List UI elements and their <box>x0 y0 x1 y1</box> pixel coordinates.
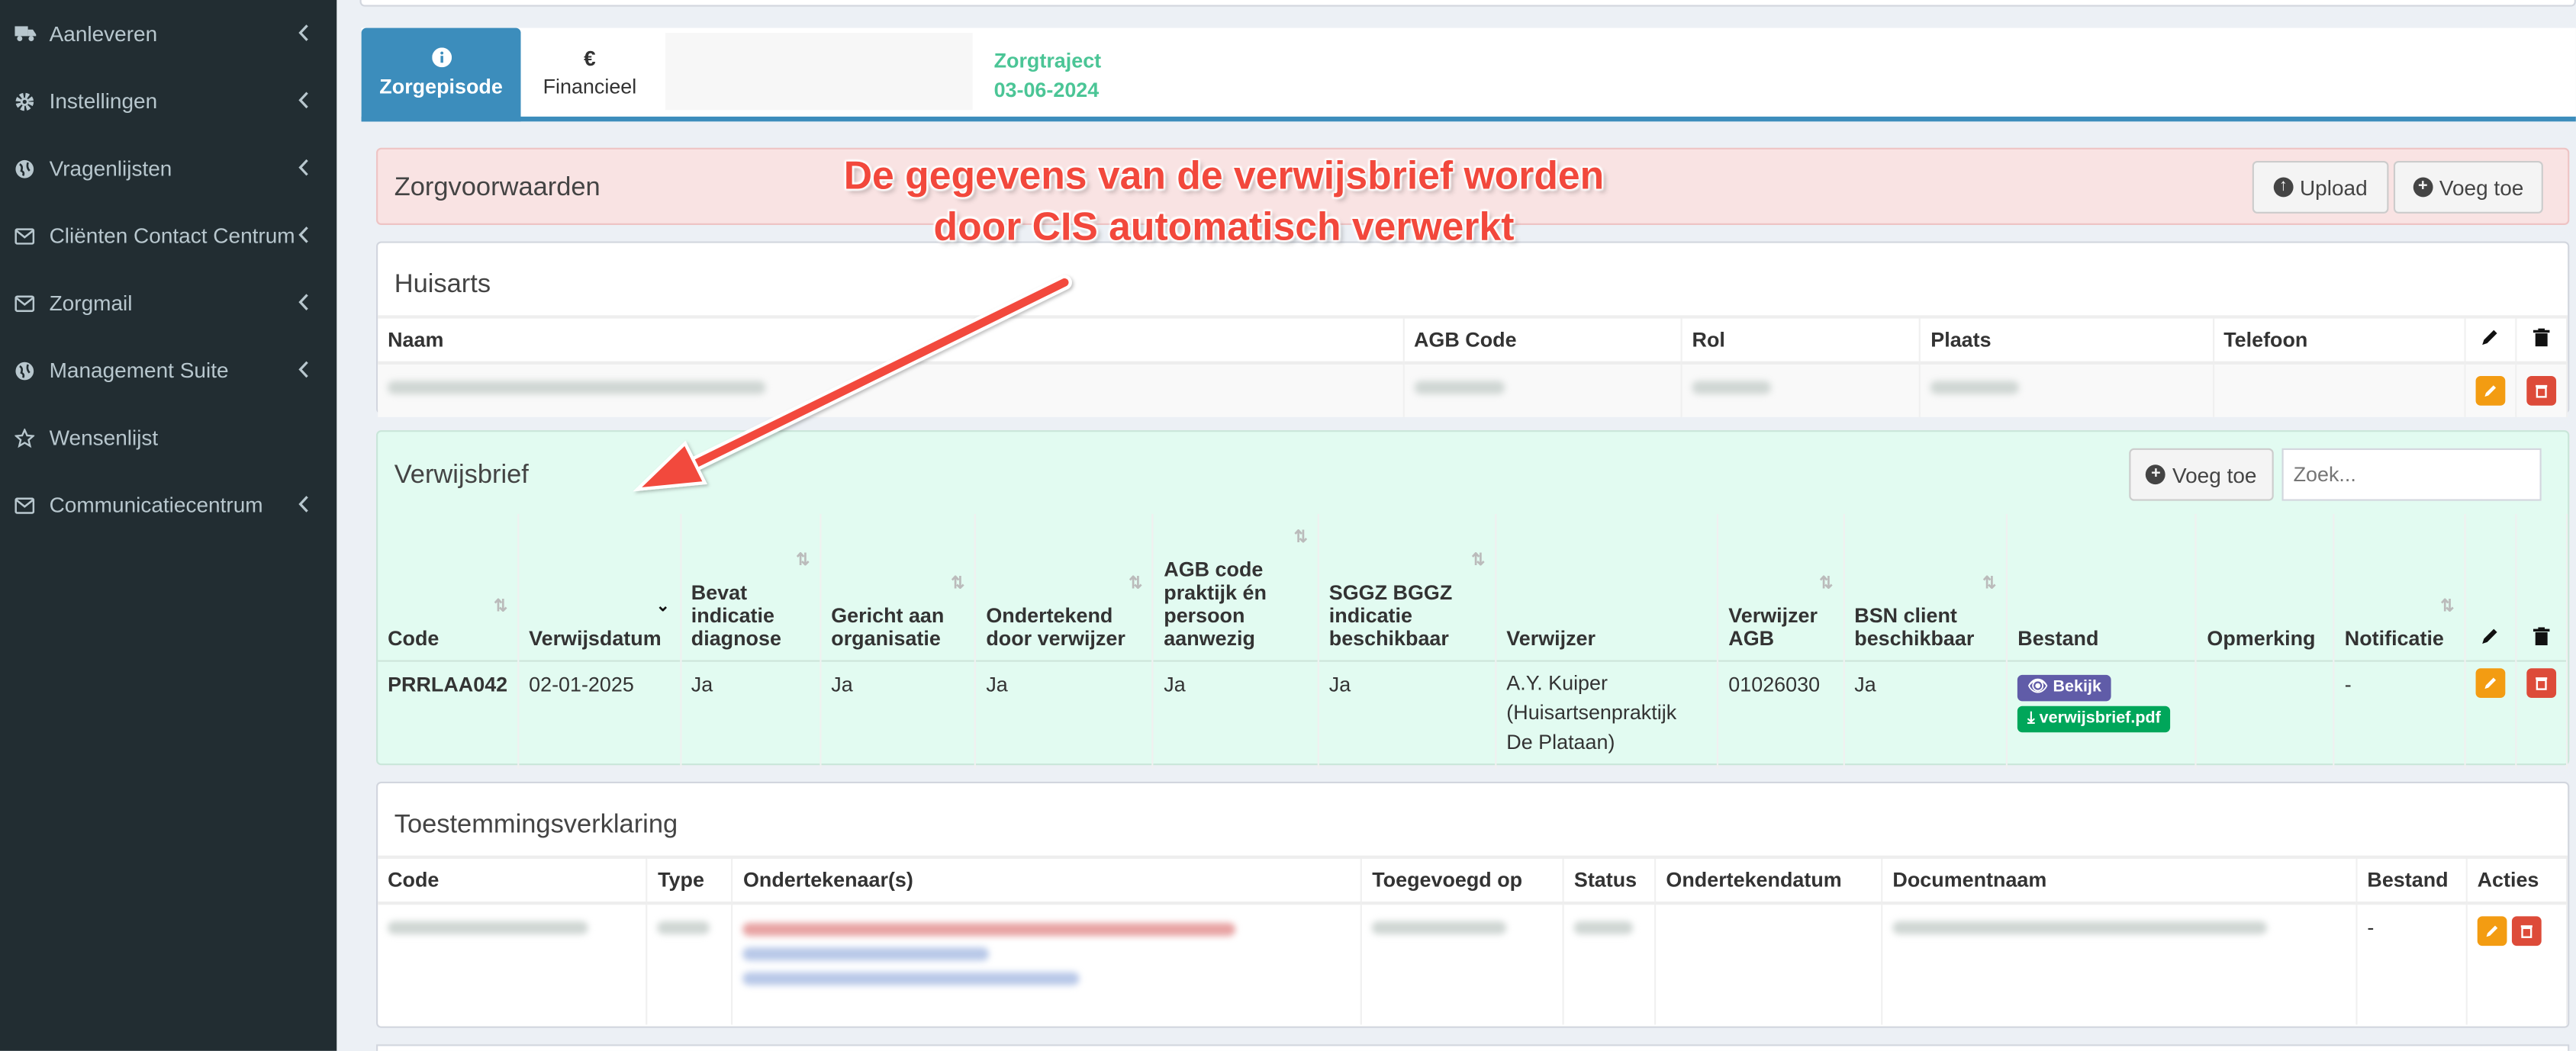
app-root: Aanleveren Instellingen Vragenlijsten Cliën… <box>0 0 2576 1051</box>
annotation-arrow <box>633 275 1072 492</box>
